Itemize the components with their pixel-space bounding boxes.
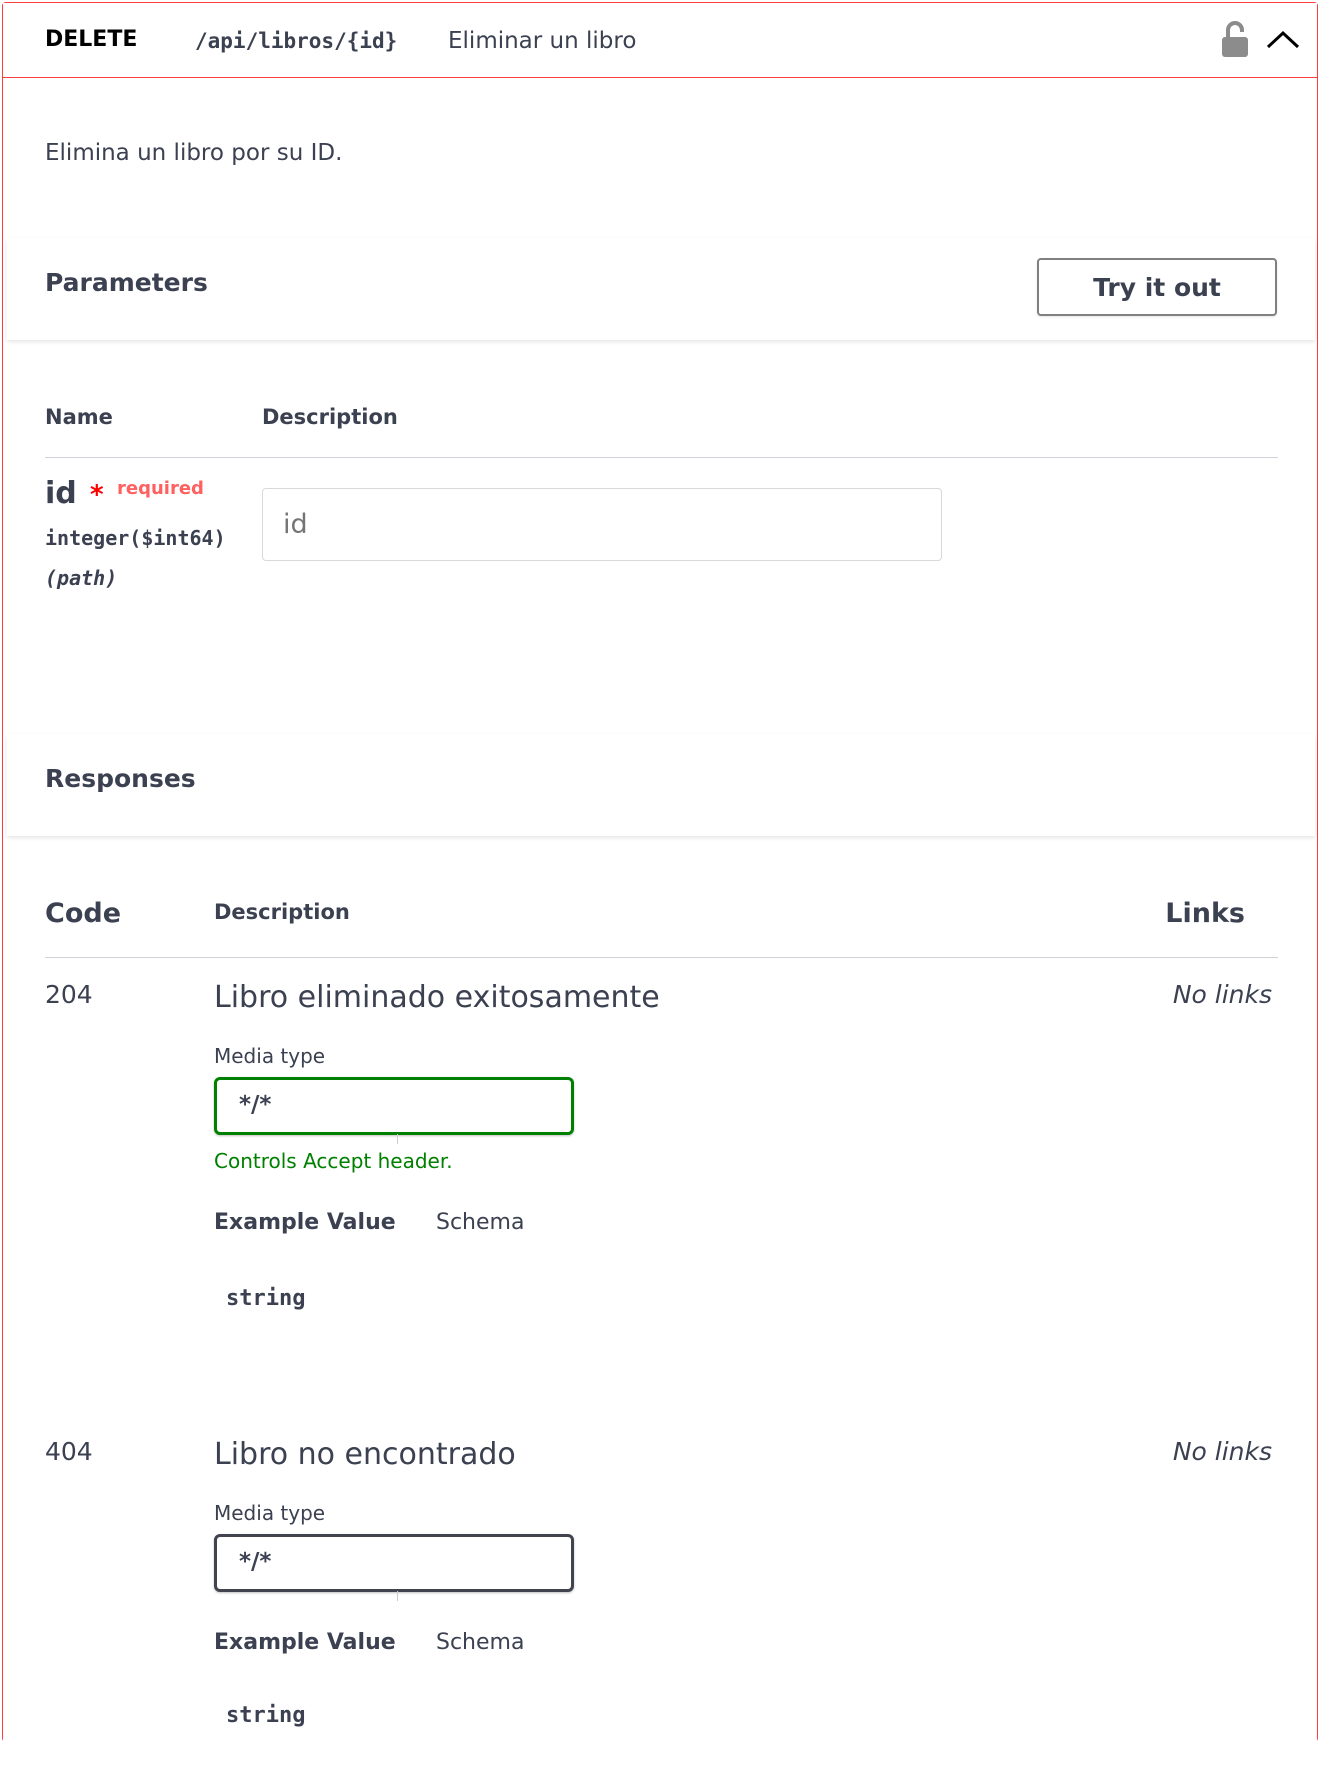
- media-type-value: */*: [239, 1549, 272, 1575]
- schema-tab[interactable]: Schema: [436, 1210, 524, 1235]
- media-type-label: Media type: [214, 1044, 326, 1068]
- resp-col-description: Description: [214, 900, 350, 924]
- media-type-select[interactable]: */*: [214, 1534, 574, 1601]
- response-description: Libro eliminado exitosamente: [214, 980, 660, 1015]
- param-location: (path): [45, 566, 118, 590]
- response-code: 404: [45, 1437, 93, 1466]
- parameters-header: Parameters Try it out: [7, 238, 1315, 340]
- select-divider: [397, 1134, 398, 1144]
- resp-col-code: Code: [45, 898, 122, 929]
- required-star: *: [90, 480, 104, 510]
- select-divider: [397, 1591, 398, 1601]
- resp-table-divider: [45, 957, 1278, 958]
- id-input[interactable]: [262, 488, 942, 561]
- try-it-out-button[interactable]: Try it out: [1037, 258, 1277, 316]
- responses-header: Responses: [7, 734, 1315, 836]
- param-type: integer($int64): [45, 526, 226, 550]
- response-code: 204: [45, 980, 93, 1009]
- schema-tab[interactable]: Schema: [436, 1630, 524, 1655]
- operation-body: Elimina un libro por su ID. Parameters T…: [3, 78, 1317, 1778]
- param-table-divider: [45, 457, 1278, 458]
- resp-col-links: Links: [1165, 898, 1245, 929]
- parameters-title: Parameters: [45, 268, 208, 297]
- media-type-value: */*: [239, 1092, 272, 1118]
- responses-title: Responses: [45, 764, 196, 793]
- operation-block-delete: DELETE /api/libros/{id} Eliminar un libr…: [2, 2, 1318, 1778]
- example-value: string: [226, 1703, 306, 1728]
- operation-summary-text: Eliminar un libro: [448, 28, 637, 54]
- media-type-select[interactable]: */*: [214, 1077, 574, 1144]
- param-col-description: Description: [262, 405, 398, 429]
- operation-description: Elimina un libro por su ID.: [45, 140, 343, 166]
- param-col-name: Name: [45, 405, 113, 429]
- example-value-tab[interactable]: Example Value: [214, 1630, 396, 1655]
- param-name: id: [45, 476, 77, 511]
- response-links: No links: [1172, 980, 1272, 1009]
- endpoint-path: /api/libros/{id}: [195, 29, 398, 53]
- media-type-label: Media type: [214, 1501, 326, 1525]
- http-method: DELETE: [45, 27, 138, 52]
- response-description: Libro no encontrado: [214, 1437, 516, 1472]
- lock-open-icon[interactable]: [1220, 19, 1250, 59]
- example-value: string: [226, 1286, 306, 1311]
- operation-summary[interactable]: DELETE /api/libros/{id} Eliminar un libr…: [3, 3, 1317, 78]
- accept-header-note: Controls Accept header.: [214, 1149, 453, 1173]
- example-value-tab[interactable]: Example Value: [214, 1210, 396, 1235]
- response-links: No links: [1172, 1437, 1272, 1466]
- chevron-up-icon[interactable]: [1265, 25, 1301, 55]
- required-label: required: [117, 478, 204, 499]
